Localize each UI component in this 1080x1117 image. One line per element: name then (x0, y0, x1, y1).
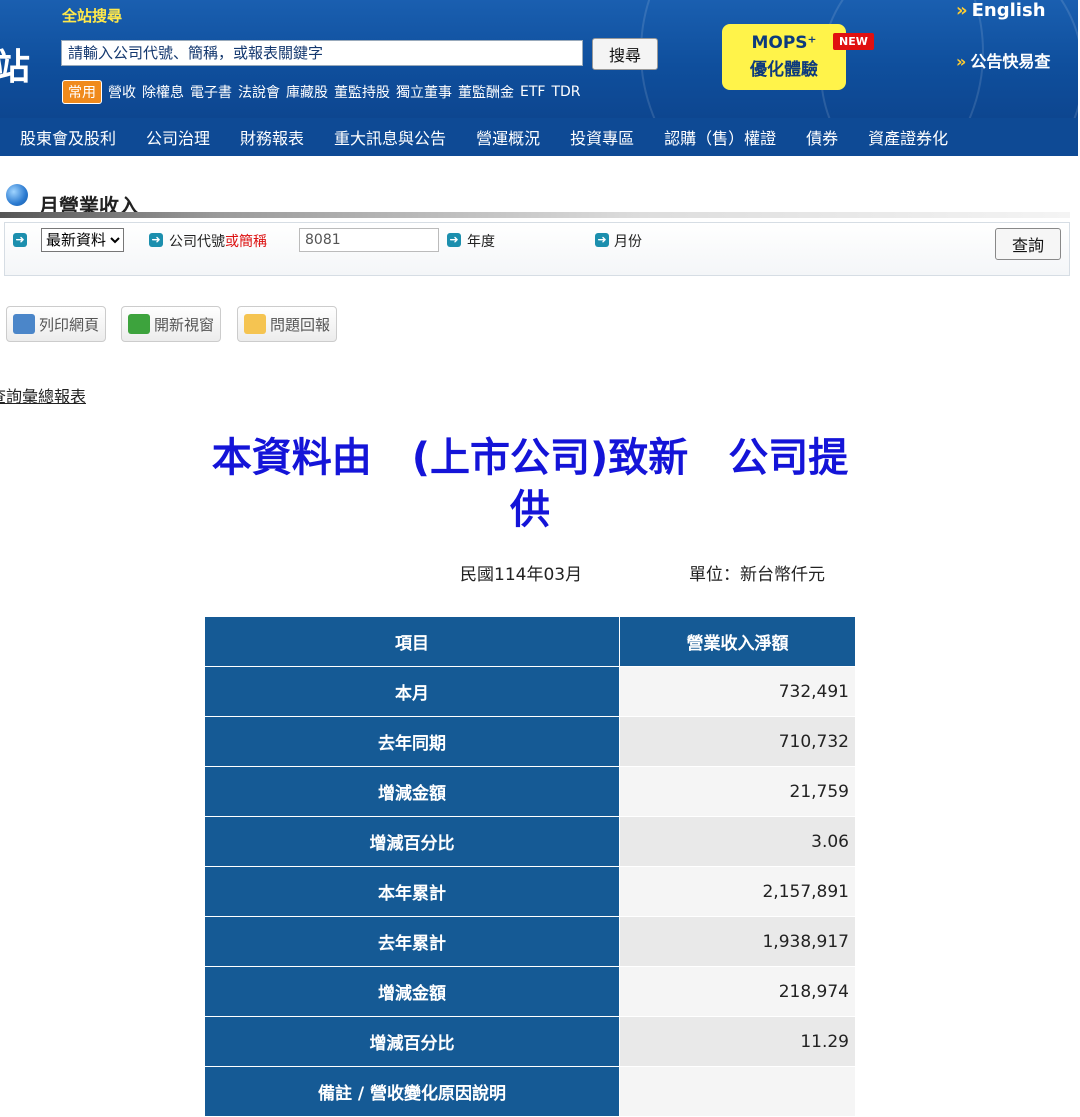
search-input[interactable] (61, 40, 583, 66)
mops-label: MOPS⁺ (751, 33, 817, 53)
quick-link-conference[interactable]: 法說會 (238, 82, 280, 102)
nav-item-shareholders[interactable]: 股東會及股利 (0, 125, 131, 149)
row-label: 本年累計 (204, 866, 620, 917)
quick-link-revenue[interactable]: 營收 (108, 82, 136, 102)
quick-link-ebook[interactable]: 電子書 (190, 82, 232, 102)
double-chevron-icon: » (956, 0, 968, 21)
table-header-row: 項目 營業收入淨額 (204, 616, 856, 667)
row-value: 2,157,891 (619, 866, 856, 917)
row-label: 去年同期 (204, 716, 620, 767)
report-issue-button[interactable]: 問題回報 (237, 306, 338, 342)
nav-item-securitization[interactable]: 資產證券化 (853, 125, 963, 149)
query-button[interactable]: 查詢 (995, 228, 1061, 260)
row-value: 11.29 (619, 1016, 856, 1067)
table-row: 去年累計 1,938,917 (204, 916, 856, 967)
new-badge: NEW (833, 33, 874, 50)
nav-item-operations[interactable]: 營運概況 (461, 125, 555, 149)
site-header: 站 全站搜尋 搜尋 常用 營收 除權息 電子書 法說會 庫藏股 董監持股 獨立董… (0, 0, 1078, 118)
table-row: 增減百分比 11.29 (204, 1016, 856, 1067)
quick-link-director-holdings[interactable]: 董監持股 (334, 82, 390, 102)
quick-link-tdr[interactable]: TDR (551, 84, 580, 100)
arrow-right-icon: ➜ (13, 233, 27, 247)
table-row: 本年累計 2,157,891 (204, 866, 856, 917)
company-abbr-label: 或簡稱 (225, 234, 267, 250)
new-window-button-label: 開新視窗 (154, 315, 215, 334)
quick-link-director-remuneration[interactable]: 董監酬金 (458, 82, 514, 102)
row-value: 21,759 (619, 766, 856, 817)
english-link-label: English (971, 0, 1046, 21)
nav-item-financials[interactable]: 財務報表 (225, 125, 319, 149)
announcement-link[interactable]: » 公告快易查 (956, 48, 1050, 72)
query-bar: ➜ 最新資料 ➜ 公司代號或簡稱 ➜ 年度 ➜ 月份 查詢 (4, 222, 1070, 276)
row-value: 732,491 (619, 666, 856, 717)
data-type-select[interactable]: 最新資料 (41, 228, 124, 252)
row-label: 增減金額 (204, 966, 620, 1017)
month-label: 月份 (614, 234, 642, 250)
quick-link-treasury[interactable]: 庫藏股 (286, 82, 328, 102)
nav-item-warrants[interactable]: 認購（售）權證 (649, 125, 791, 149)
report-unit: 單位：新台幣仟元 (689, 565, 825, 585)
quick-link-etf[interactable]: ETF (520, 84, 545, 100)
site-search-label: 全站搜尋 (62, 7, 123, 25)
print-button-label: 列印網頁 (39, 315, 100, 334)
column-header-revenue: 營業收入淨額 (619, 616, 856, 667)
quick-link-independent-directors[interactable]: 獨立董事 (396, 82, 452, 102)
nav-item-announcements[interactable]: 重大訊息與公告 (319, 125, 461, 149)
mops-sub-label: 優化體驗 (750, 60, 818, 80)
arrow-right-icon: ➜ (447, 233, 461, 247)
data-provider-heading: 本資料由 (上市公司)致新 公司提供 (211, 435, 849, 533)
table-row: 去年同期 710,732 (204, 716, 856, 767)
print-button[interactable]: 列印網頁 (6, 306, 107, 342)
title-divider (0, 212, 1070, 218)
table-row: 備註 / 營收變化原因說明 (204, 1066, 856, 1117)
company-code-label: 公司代號或簡稱 (169, 231, 267, 251)
row-label: 增減百分比 (204, 816, 620, 867)
company-code-input[interactable] (299, 228, 439, 252)
row-label: 本月 (204, 666, 620, 717)
table-row: 增減百分比 3.06 (204, 816, 856, 867)
report-issue-button-label: 問題回報 (270, 315, 331, 334)
row-value: 218,974 (619, 966, 856, 1017)
quick-links: 常用 營收 除權息 電子書 法說會 庫藏股 董監持股 獨立董事 董監酬金 ETF… (62, 80, 581, 104)
printer-icon (13, 314, 35, 334)
nav-item-bonds[interactable]: 債券 (791, 125, 853, 149)
search-button[interactable]: 搜尋 (592, 38, 658, 70)
new-window-button[interactable]: 開新視窗 (121, 306, 222, 342)
summary-report-link[interactable]: 查詢彙總報表 (0, 383, 86, 407)
mops-experience-button[interactable]: MOPS⁺ 優化體驗 (722, 24, 846, 90)
envelope-icon (244, 314, 266, 334)
globe-icon (6, 184, 28, 206)
table-row: 本月 732,491 (204, 666, 856, 717)
row-value: 3.06 (619, 816, 856, 867)
row-value (619, 1066, 856, 1117)
row-value: 1,938,917 (619, 916, 856, 967)
site-logo[interactable]: 站 (0, 38, 30, 90)
double-chevron-icon: » (956, 52, 967, 71)
row-label: 備註 / 營收變化原因說明 (204, 1066, 620, 1117)
checkmark-window-icon (128, 314, 150, 334)
nav-item-governance[interactable]: 公司治理 (131, 125, 225, 149)
main-nav: 股東會及股利 公司治理 財務報表 重大訊息與公告 營運概況 投資專區 認購（售）… (0, 118, 1078, 156)
company-code-label-text: 公司代號 (169, 234, 225, 250)
common-tag: 常用 (62, 80, 102, 104)
revenue-table: 項目 營業收入淨額 本月 732,491 去年同期 710,732 增減金額 2… (204, 616, 856, 1117)
column-header-item: 項目 (204, 616, 620, 667)
quick-link-dividend[interactable]: 除權息 (142, 82, 184, 102)
row-label: 增減金額 (204, 766, 620, 817)
arrow-right-icon: ➜ (149, 233, 163, 247)
nav-item-investment[interactable]: 投資專區 (555, 125, 649, 149)
table-row: 增減金額 218,974 (204, 966, 856, 1017)
row-label: 去年累計 (204, 916, 620, 967)
report-period: 民國114年03月 (460, 565, 583, 585)
row-value: 710,732 (619, 716, 856, 767)
english-link[interactable]: » English (956, 0, 1046, 21)
year-label: 年度 (467, 234, 495, 250)
row-label: 增減百分比 (204, 1016, 620, 1067)
announcement-link-label: 公告快易查 (970, 52, 1051, 71)
table-row: 增減金額 21,759 (204, 766, 856, 817)
arrow-right-icon: ➜ (595, 233, 609, 247)
